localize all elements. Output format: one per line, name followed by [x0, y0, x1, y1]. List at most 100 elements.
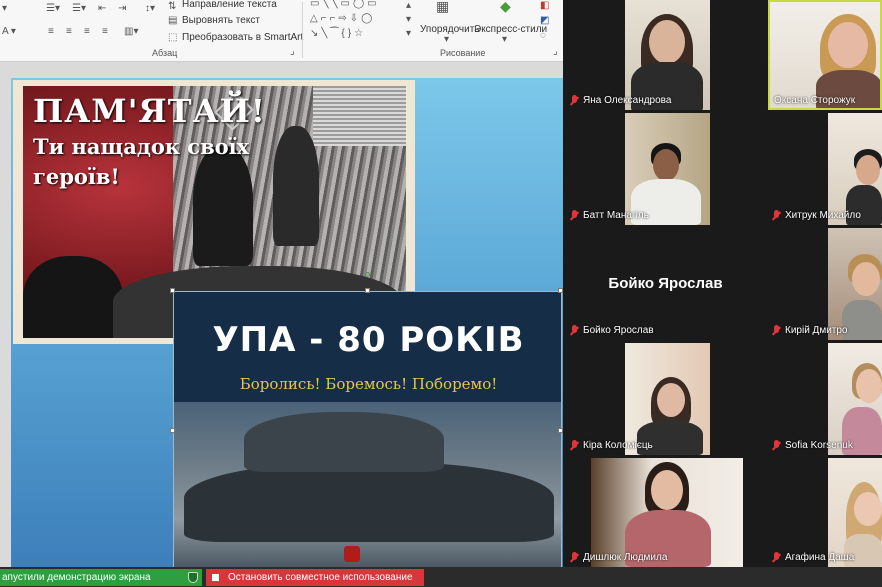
participant-video: [649, 20, 685, 64]
stop-square-icon: [212, 574, 219, 581]
mic-muted-icon: [570, 551, 579, 563]
selection-handle[interactable]: [170, 428, 175, 433]
participant-tile[interactable]: Яна Олександрова: [563, 0, 768, 110]
smartart-icon: ⬚: [168, 32, 178, 43]
mic-muted-icon: [570, 94, 579, 106]
participant-tile[interactable]: Кирій Дмитро: [768, 228, 882, 340]
shapes-more-icon[interactable]: ▾: [406, 28, 411, 40]
smartart-button[interactable]: Преобразовать в SmartArt: [182, 32, 303, 44]
participant-name-tag: Хитрук Михайло: [772, 208, 861, 222]
shapes-scroll-down-icon[interactable]: ▾: [406, 14, 411, 26]
participant-video: [653, 149, 679, 181]
selection-handle[interactable]: [365, 288, 370, 293]
participant-name: Яна Олександрова: [583, 94, 672, 106]
participant-name: Кирій Дмитро: [785, 324, 848, 336]
columns-icon[interactable]: ▥▾: [124, 26, 138, 38]
participant-tile[interactable]: Оксана Сторожук: [768, 0, 882, 110]
paragraph-dialog-launcher-icon[interactable]: ⌟: [290, 46, 295, 58]
mic-muted-icon: [570, 324, 579, 336]
poster-remember-newspaper: [313, 86, 406, 146]
shapes-row1-icon[interactable]: ▭╲╲▭◯▭: [310, 0, 380, 10]
participant-tile[interactable]: Батт Манагіль: [563, 113, 768, 225]
shape-fill-icon[interactable]: ◧: [540, 0, 549, 12]
participant-name: Дишлюк Людмила: [583, 551, 668, 563]
participant-video: [856, 369, 882, 403]
shape-effects-icon[interactable]: ◌: [540, 30, 546, 42]
participant-name: Хитрук Михайло: [785, 209, 861, 221]
participant-video: [828, 22, 868, 68]
powerpoint-window: ▾ A ▾ ☰▾ ☰▾ ⇤ ⇥ ↕▾ ≡ ≡ ≡ ≡ ▥▾ ⇅ Направле…: [0, 0, 563, 587]
mic-muted-icon: [570, 439, 579, 451]
shield-icon: [188, 572, 198, 583]
quick-styles-button[interactable]: Экспресс-стили: [474, 24, 547, 36]
increase-indent-icon[interactable]: ⇥: [118, 3, 126, 15]
participant-name-tag: Оксана Сторожук: [774, 93, 855, 107]
participant-video: [854, 492, 882, 526]
participant-name-tag: Кіра Коломієць: [570, 438, 653, 452]
participant-tile[interactable]: Агафина Даша: [768, 458, 882, 567]
shape-outline-icon[interactable]: ◩: [540, 15, 549, 27]
participant-video-off-name: Бойко Ярослав: [608, 275, 723, 293]
numbering-icon[interactable]: ☰▾: [72, 3, 86, 15]
align-center-icon[interactable]: ≡: [66, 26, 72, 38]
poster-remember-line2: Ти нащадок своїх: [33, 134, 250, 159]
align-right-icon[interactable]: ≡: [84, 26, 90, 38]
video-gallery: Яна Олександрова Оксана Сторожук Батт Ма…: [563, 0, 882, 567]
quick-styles-dropdown-icon[interactable]: ▾: [502, 34, 507, 46]
screen: ▾ A ▾ ☰▾ ☰▾ ⇤ ⇥ ↕▾ ≡ ≡ ≡ ≡ ▥▾ ⇅ Направле…: [0, 0, 882, 587]
participant-name: Батт Манагіль: [583, 209, 649, 221]
participant-name-tag: Яна Олександрова: [570, 93, 671, 107]
participant-tile[interactable]: Хитрук Михайло: [768, 113, 882, 225]
quick-styles-icon: ◆: [500, 0, 511, 14]
participant-name: Оксана Сторожук: [774, 94, 856, 106]
stop-share-button[interactable]: Остановить совместное использование: [206, 569, 424, 586]
arrange-button[interactable]: Упорядочить: [420, 24, 480, 36]
poster-upa-group: [184, 462, 554, 542]
selection-handle[interactable]: [170, 288, 175, 293]
participant-name-tag: Агафина Даша: [772, 550, 854, 564]
decrease-indent-icon[interactable]: ⇤: [98, 3, 106, 15]
poster-upa-photo: [174, 402, 561, 568]
institute-logo-icon: [344, 546, 360, 562]
poster-upa-image[interactable]: УПА - 80 РОКІВ Боролись! Боремось! Побор…: [173, 291, 562, 569]
font-color-icon[interactable]: A ▾: [2, 26, 16, 38]
drawing-dialog-launcher-icon[interactable]: ⌟: [553, 46, 558, 58]
shapes-row3-icon[interactable]: ↘╲⁀{}☆: [310, 28, 366, 40]
participant-name: Бойко Ярослав: [583, 324, 654, 336]
participant-name-tag: Батт Манагіль: [570, 208, 649, 222]
line-spacing-icon[interactable]: ↕▾: [145, 3, 155, 15]
shapes-scroll-up-icon[interactable]: ▴: [406, 0, 411, 12]
poster-remember-line1: ПАМ'ЯТАЙ!: [33, 92, 266, 130]
participant-tile[interactable]: Бойко Ярослав Бойко Ярослав: [563, 228, 768, 340]
participant-name-tag: Дишлюк Людмила: [570, 550, 667, 564]
participant-video: [856, 155, 880, 185]
poster-figure: [193, 146, 253, 266]
participant-tile[interactable]: Sofia Korsenuk: [768, 343, 882, 455]
participant-video: [657, 383, 685, 417]
participant-video: [842, 300, 882, 340]
mic-muted-icon: [772, 439, 781, 451]
participant-video: [852, 262, 880, 296]
participant-tile[interactable]: Кіра Коломієць: [563, 343, 768, 455]
align-text-button[interactable]: Выровнять текст: [182, 15, 260, 27]
justify-icon[interactable]: ≡: [102, 26, 108, 38]
participant-name: Sofia Korsenuk: [785, 439, 853, 451]
rotate-handle[interactable]: [365, 272, 370, 277]
shapes-row2-icon[interactable]: △⌐⌐⇨⇩◯: [310, 13, 375, 25]
text-direction-button[interactable]: Направление текста: [182, 0, 277, 11]
participant-name-tag: Бойко Ярослав: [570, 323, 654, 337]
participant-name-tag: Кирій Дмитро: [772, 323, 848, 337]
arrange-dropdown-icon[interactable]: ▾: [444, 34, 449, 46]
participant-name: Кіра Коломієць: [583, 439, 653, 451]
poster-upa-title: УПА - 80 РОКІВ: [212, 320, 525, 360]
font-size-icon[interactable]: ▾: [2, 3, 7, 15]
participant-name-tag: Sofia Korsenuk: [772, 438, 853, 452]
bullets-icon[interactable]: ☰▾: [46, 3, 60, 15]
participant-video: [651, 470, 683, 510]
poster-figure: [23, 256, 123, 338]
ribbon: ▾ A ▾ ☰▾ ☰▾ ⇤ ⇥ ↕▾ ≡ ≡ ≡ ≡ ▥▾ ⇅ Направле…: [0, 0, 563, 62]
ribbon-separator: [302, 2, 303, 58]
align-left-icon[interactable]: ≡: [48, 26, 54, 38]
poster-figure: [273, 126, 319, 246]
participant-tile[interactable]: Дишлюк Людмила: [563, 458, 768, 567]
